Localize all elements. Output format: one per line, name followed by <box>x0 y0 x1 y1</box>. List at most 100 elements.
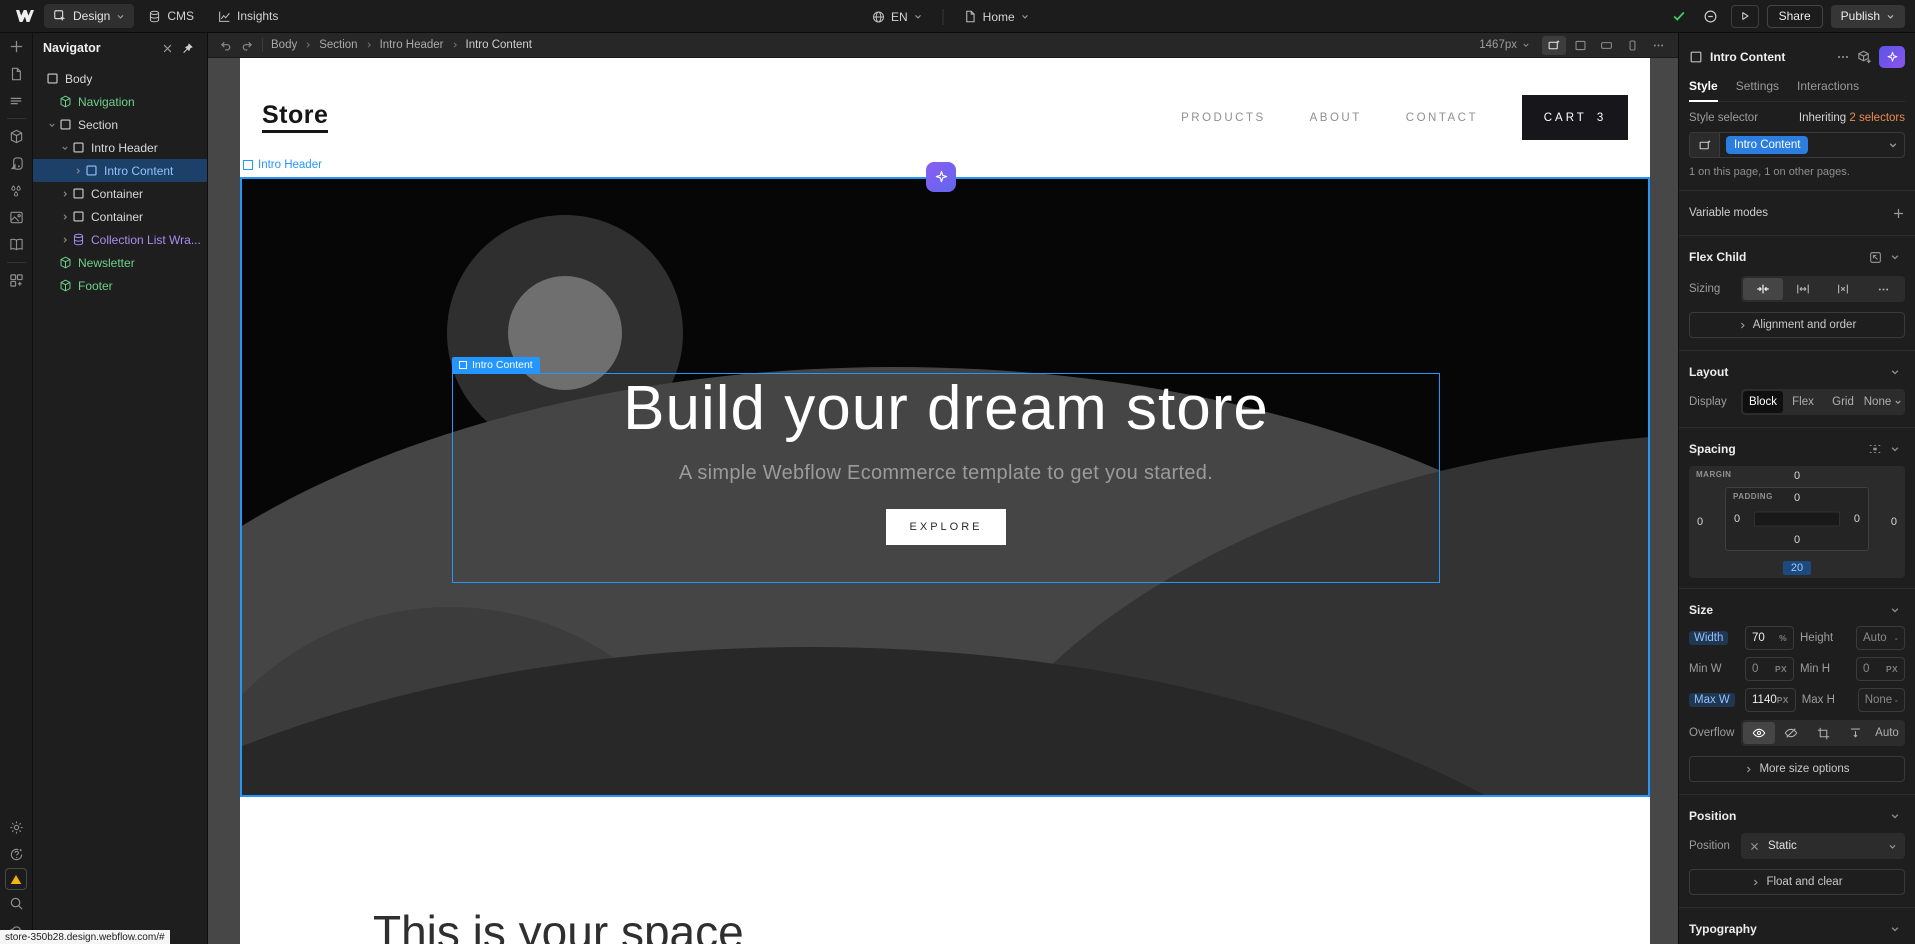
display-grid-option[interactable]: Grid <box>1823 391 1863 413</box>
intro-content-selection-badge[interactable]: Intro Content <box>452 357 540 373</box>
min-h-input[interactable]: 0PX <box>1856 657 1905 681</box>
breakpoint-desktop-default[interactable] <box>1542 36 1566 55</box>
position-collapse-button[interactable] <box>1885 808 1905 824</box>
breadcrumb-item[interactable]: Body <box>271 39 297 51</box>
insights-button[interactable]: Insights <box>208 4 288 28</box>
navigator-item-newsletter[interactable]: Newsletter <box>33 251 207 274</box>
more-size-options-button[interactable]: More size options <box>1689 756 1905 782</box>
navigator-button[interactable] <box>0 87 33 114</box>
size-collapse-button[interactable] <box>1885 602 1905 618</box>
max-h-input[interactable]: None- <box>1858 688 1905 712</box>
audit-warning-button[interactable] <box>5 868 27 890</box>
height-input[interactable]: Auto- <box>1856 626 1905 650</box>
breadcrumb-item-current[interactable]: Intro Content <box>466 39 532 51</box>
min-w-input[interactable]: 0PX <box>1745 657 1794 681</box>
breadcrumb-item[interactable]: Section <box>319 39 357 51</box>
navigator-item-section[interactable]: Section <box>33 113 207 136</box>
redo-button[interactable] <box>236 35 258 55</box>
navigator-item-intro-header[interactable]: Intro Header <box>33 136 207 159</box>
max-h-unit[interactable]: - <box>1895 695 1898 705</box>
site-nav-link-contact[interactable]: CONTACT <box>1406 112 1478 124</box>
padding-right-value[interactable]: 0 <box>1854 513 1860 525</box>
search-button[interactable] <box>0 890 33 917</box>
max-w-input[interactable]: 1140PX <box>1745 688 1796 712</box>
inheriting-count[interactable]: 2 selectors <box>1849 112 1905 124</box>
spacing-mode-icon[interactable] <box>1865 441 1885 457</box>
sizing-none-option[interactable] <box>1823 278 1863 300</box>
breadcrumb-item[interactable]: Intro Header <box>380 39 444 51</box>
breakpoint-phone[interactable] <box>1620 36 1644 55</box>
share-button[interactable]: Share <box>1767 5 1823 28</box>
tab-settings[interactable]: Settings <box>1736 79 1779 93</box>
intro-header-section[interactable]: Build your dream store A simple Webflow … <box>240 177 1650 797</box>
apps-button[interactable] <box>0 267 33 294</box>
variables-button[interactable] <box>0 177 33 204</box>
class-pill[interactable]: Intro Content <box>1726 136 1808 154</box>
navigator-item-navigation[interactable]: Navigation <box>33 90 207 113</box>
add-variable-mode-button[interactable] <box>1892 207 1905 220</box>
cms-button[interactable]: CMS <box>138 4 204 28</box>
display-flex-option[interactable]: Flex <box>1783 391 1823 413</box>
navigator-item-body[interactable]: Body <box>33 67 207 90</box>
padding-top-value[interactable]: 0 <box>1794 492 1800 504</box>
publish-button[interactable]: Publish <box>1831 5 1905 28</box>
navigator-item-intro-content[interactable]: Intro Content <box>33 159 207 182</box>
webflow-logo[interactable] <box>10 4 40 28</box>
site-nav-link-about[interactable]: ABOUT <box>1310 112 1362 124</box>
site-navbar[interactable]: Store PRODUCTS ABOUT CONTACT CART 3 <box>240 58 1650 177</box>
intro-content-element[interactable]: Build your dream store A simple Webflow … <box>452 373 1440 583</box>
assets-button[interactable] <box>0 204 33 231</box>
site-logo[interactable]: Store <box>262 102 328 134</box>
margin-left-value[interactable]: 0 <box>1697 516 1703 528</box>
preview-button[interactable] <box>1731 5 1759 28</box>
locale-switcher[interactable]: EN <box>861 5 933 29</box>
margin-bottom-value[interactable]: 20 <box>1783 561 1811 575</box>
breakpoint-tablet[interactable] <box>1594 36 1618 55</box>
design-mode-button[interactable]: Design <box>44 4 134 28</box>
overflow-visible-option[interactable] <box>1743 722 1775 744</box>
sizing-more-option[interactable] <box>1863 278 1903 300</box>
breakpoint-desktop[interactable] <box>1568 36 1592 55</box>
navigator-item-container-2[interactable]: Container <box>33 205 207 228</box>
hero-subtitle[interactable]: A simple Webflow Ecommerce template to g… <box>452 462 1440 485</box>
libraries-button[interactable] <box>0 231 33 258</box>
width-input[interactable]: 70% <box>1745 626 1794 650</box>
min-h-unit[interactable]: PX <box>1886 664 1898 674</box>
sizing-shrink-option[interactable] <box>1743 278 1783 300</box>
next-section[interactable]: This is your space <box>240 797 1650 944</box>
class-selector-input[interactable]: Intro Content <box>1689 132 1905 158</box>
margin-top-value[interactable]: 0 <box>1794 470 1800 482</box>
navigator-item-collection-list[interactable]: Collection List Wra... <box>33 228 207 251</box>
alignment-order-button[interactable]: Alignment and order <box>1689 312 1905 338</box>
height-unit[interactable]: - <box>1895 633 1898 643</box>
width-unit[interactable]: % <box>1779 633 1787 643</box>
intro-header-selection-label[interactable]: Intro Header <box>243 159 322 171</box>
margin-right-value[interactable]: 0 <box>1891 516 1897 528</box>
navigator-item-container-1[interactable]: Container <box>33 182 207 205</box>
spacing-collapse-button[interactable] <box>1885 441 1905 457</box>
layout-collapse-button[interactable] <box>1885 364 1905 380</box>
overflow-hidden-option[interactable] <box>1775 722 1807 744</box>
add-element-button[interactable] <box>0 33 33 60</box>
canvas-width-dropdown[interactable]: 1467px <box>1479 39 1530 51</box>
undo-button[interactable] <box>214 35 236 55</box>
sizing-grow-option[interactable] <box>1783 278 1823 300</box>
more-breakpoints-button[interactable] <box>1646 36 1670 55</box>
section-heading[interactable]: This is your space <box>373 905 744 944</box>
comments-button[interactable] <box>1699 4 1723 28</box>
pages-button[interactable] <box>0 60 33 87</box>
overflow-scroll-option[interactable] <box>1839 722 1871 744</box>
typography-collapse-button[interactable] <box>1885 921 1905 937</box>
ai-styling-button[interactable] <box>1879 46 1905 68</box>
create-component-button[interactable] <box>1857 50 1872 65</box>
tab-style[interactable]: Style <box>1689 79 1718 93</box>
ai-assistant-handle[interactable] <box>926 162 956 192</box>
display-none-option[interactable]: None <box>1863 391 1903 413</box>
site-nav-link-products[interactable]: PRODUCTS <box>1181 112 1266 124</box>
navigator-pin-button[interactable] <box>177 38 197 58</box>
components-button[interactable] <box>0 123 33 150</box>
navigator-item-footer[interactable]: Footer <box>33 274 207 297</box>
tab-interactions[interactable]: Interactions <box>1797 79 1859 93</box>
site-cart-button[interactable]: CART 3 <box>1522 95 1628 140</box>
hero-heading[interactable]: Build your dream store <box>452 373 1440 444</box>
